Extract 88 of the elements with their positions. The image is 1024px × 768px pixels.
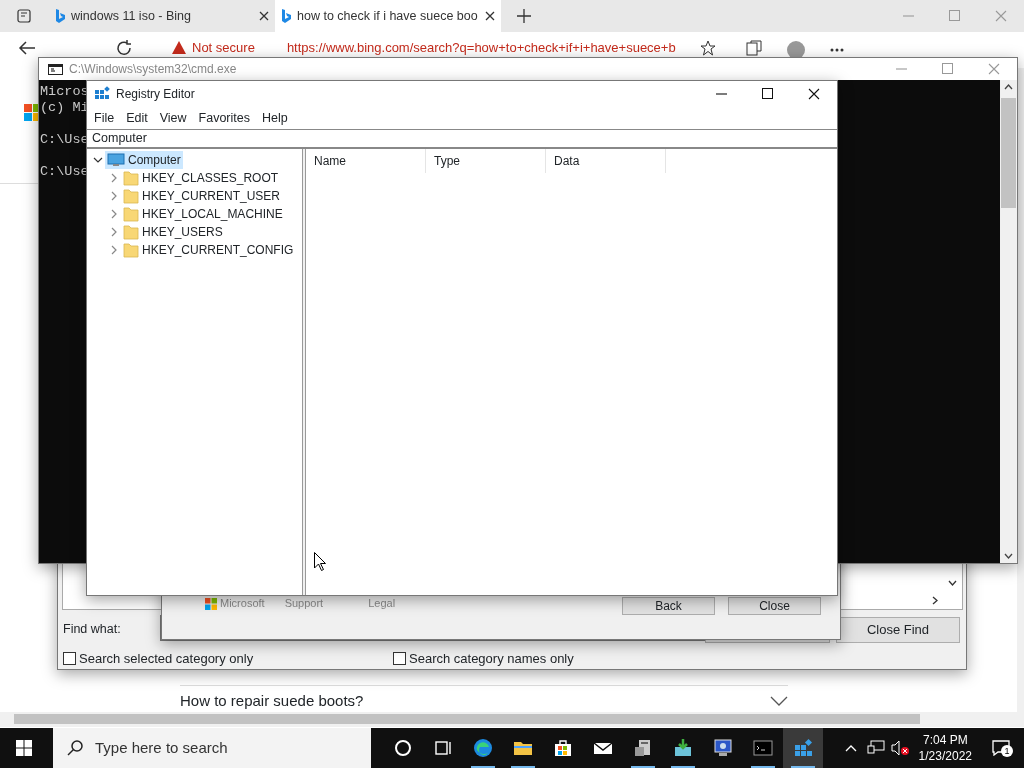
close-icon	[988, 63, 1000, 75]
scrollbar-thumb[interactable]	[1001, 98, 1016, 208]
column-header[interactable]: Name	[306, 149, 426, 173]
microsoft-logo	[205, 597, 217, 610]
folder-icon	[123, 224, 139, 240]
scrollbar-thumb[interactable]	[14, 714, 920, 724]
tab-actions-icon[interactable]	[17, 9, 31, 23]
chevron-down-icon[interactable]	[948, 580, 957, 586]
console-icon	[753, 738, 773, 758]
close-icon[interactable]	[485, 11, 495, 21]
profile-avatar[interactable]	[785, 40, 806, 60]
mouse-cursor-icon	[314, 552, 326, 572]
maximize-icon	[942, 63, 954, 75]
taskbar-search-field[interactable]: Type here to search	[53, 728, 371, 768]
menu-item[interactable]: Edit	[120, 108, 154, 128]
clock[interactable]: 7:04 PM 1/23/2022	[918, 732, 972, 764]
tree-item[interactable]: HKEY_CURRENT_USER	[121, 187, 283, 205]
window-title: C:\Windows\system32\cmd.exe	[69, 61, 237, 78]
console-line: (c) Mi	[40, 100, 89, 116]
tree-item[interactable]: HKEY_CLASSES_ROOT	[121, 169, 281, 187]
chevron-up-icon[interactable]	[844, 744, 857, 752]
cortana-icon	[393, 738, 413, 758]
column-header[interactable]: Type	[426, 149, 546, 173]
console-line: Micros	[40, 84, 89, 100]
bing-icon	[55, 9, 65, 23]
folder-icon	[123, 242, 139, 258]
browser-tab[interactable]: how to check if i have suece boo	[275, 0, 501, 32]
menu-item[interactable]: View	[153, 108, 193, 128]
question-text[interactable]: How to repair suede boots?	[180, 692, 364, 710]
browser-tab[interactable]: windows 11 iso - Bing	[49, 0, 275, 32]
tree-item[interactable]: HKEY_LOCAL_MACHINE	[121, 205, 285, 223]
folder-icon	[123, 206, 139, 222]
search-icon	[67, 740, 83, 756]
new-tab-icon[interactable]	[517, 9, 531, 23]
console-icon	[48, 63, 63, 75]
folder-icon	[123, 188, 139, 204]
bing-icon	[281, 9, 291, 23]
column-header[interactable]: Data	[546, 149, 666, 173]
windows-start-icon[interactable]	[16, 740, 32, 756]
registry-icon	[94, 86, 110, 102]
checkbox[interactable]	[63, 652, 76, 666]
checkbox[interactable]	[393, 652, 406, 666]
back-button[interactable]: Back	[622, 597, 715, 615]
close-icon	[808, 88, 820, 100]
checkbox-label[interactable]: Search selected category only	[79, 649, 254, 669]
refresh-icon[interactable]	[116, 40, 132, 56]
notification-count: 1	[1001, 745, 1013, 757]
checkbox-label[interactable]: Search category names only	[409, 649, 574, 669]
computer-icon	[107, 153, 125, 167]
close-find-button[interactable]: Close Find	[836, 617, 960, 643]
favorites-icon[interactable]	[699, 40, 716, 56]
registry-icon	[793, 738, 813, 758]
maximize-icon	[762, 88, 774, 100]
collections-icon[interactable]	[745, 40, 762, 56]
scroll-down-icon[interactable]	[1004, 553, 1013, 559]
task-view-icon	[433, 738, 453, 758]
field-label: Find what:	[63, 621, 121, 638]
installer-icon	[673, 738, 693, 758]
close-icon[interactable]	[259, 11, 269, 21]
shopping-bag-icon	[553, 738, 573, 758]
notifications-button[interactable]: 1	[992, 738, 1012, 758]
menu-item[interactable]: File	[88, 108, 121, 128]
chevron-right-icon[interactable]	[932, 596, 938, 605]
more-icon[interactable]	[829, 48, 844, 52]
menu-item[interactable]: Favorites	[192, 108, 256, 128]
monitor-icon	[713, 738, 733, 758]
url-text[interactable]: https://www.bing.com/search?q=how+to+check+if+i+have+suece+b	[276, 40, 676, 55]
tree-item[interactable]: HKEY_USERS	[121, 223, 225, 241]
close-icon	[995, 10, 1007, 22]
network-icon[interactable]	[866, 740, 885, 756]
volume-muted-icon[interactable]	[890, 740, 909, 756]
security-status[interactable]: Not secure	[192, 40, 255, 55]
back-icon[interactable]	[18, 40, 36, 56]
window-title: Registry Editor	[116, 86, 195, 103]
notification-icon	[992, 739, 1010, 756]
maximize-icon	[949, 10, 961, 22]
edge-icon	[473, 738, 493, 758]
horizontal-scrollbar[interactable]	[0, 712, 1024, 727]
warning-icon	[172, 41, 186, 54]
menu-item[interactable]: Help	[256, 108, 294, 128]
brand-name: Microsoft	[220, 597, 265, 610]
scroll-up-icon[interactable]	[1004, 84, 1013, 90]
server-icon	[633, 738, 653, 758]
address-path[interactable]: Computer	[92, 129, 147, 148]
tree-item[interactable]: Computer	[105, 151, 183, 169]
chevron-down-icon[interactable]	[770, 696, 788, 706]
close-button[interactable]: Close	[728, 597, 821, 615]
tree-item[interactable]: HKEY_CURRENT_CONFIG	[121, 241, 296, 259]
